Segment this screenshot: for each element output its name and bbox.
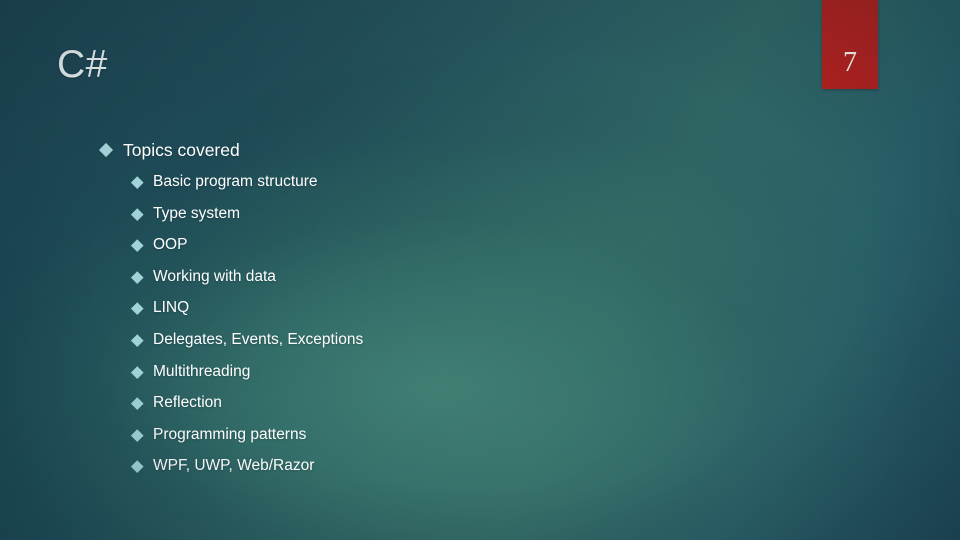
bullet-item-multithreading: Multithreading xyxy=(131,362,251,382)
bullet-item-reflection: Reflection xyxy=(131,393,222,413)
bullet-label: WPF, UWP, Web/Razor xyxy=(153,457,315,474)
bullet-item-working-with-data: Working with data xyxy=(131,267,276,287)
slide-body: Topics covered Basic program structure T… xyxy=(0,0,960,540)
bullet-label: Reflection xyxy=(153,394,222,411)
bullet-label: LINQ xyxy=(153,299,190,316)
bullet-label: OOP xyxy=(153,236,188,253)
diamond-bullet-icon xyxy=(131,459,144,473)
bullet-item-type-system: Type system xyxy=(131,204,240,224)
diamond-bullet-icon xyxy=(131,175,144,189)
bullet-label: Type system xyxy=(153,205,240,222)
presentation-slide: C# 7 Topics covered Basic program struct… xyxy=(0,0,960,540)
bullet-item-linq: LINQ xyxy=(131,298,190,318)
diamond-bullet-icon xyxy=(131,396,144,410)
diamond-bullet-icon xyxy=(131,207,144,221)
bullet-label: Delegates, Events, Exceptions xyxy=(153,331,364,348)
bullet-item-basic-program-structure: Basic program structure xyxy=(131,172,318,192)
bullet-item-delegates-events-exceptions: Delegates, Events, Exceptions xyxy=(131,330,364,350)
diamond-bullet-icon xyxy=(131,333,144,347)
bullet-label: Topics covered xyxy=(123,140,240,160)
bullet-label: Multithreading xyxy=(153,363,251,380)
diamond-bullet-icon xyxy=(131,428,144,442)
bullet-item-oop: OOP xyxy=(131,235,188,255)
bullet-label: Working with data xyxy=(153,268,276,285)
bullet-item-topics-covered: Topics covered xyxy=(98,139,240,161)
diamond-bullet-icon xyxy=(131,270,144,284)
bullet-label: Programming patterns xyxy=(153,426,307,443)
bullet-item-programming-patterns: Programming patterns xyxy=(131,425,307,445)
diamond-bullet-icon xyxy=(131,365,144,379)
bullet-label: Basic program structure xyxy=(153,173,318,190)
diamond-bullet-icon xyxy=(131,238,144,252)
diamond-bullet-icon xyxy=(98,142,114,158)
diamond-bullet-icon xyxy=(131,301,144,315)
bullet-item-wpf-uwp-web-razor: WPF, UWP, Web/Razor xyxy=(131,456,315,476)
